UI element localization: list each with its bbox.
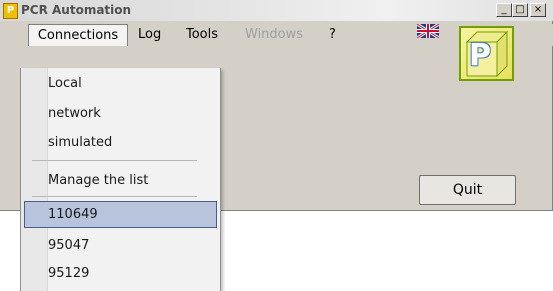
minimize-button[interactable]: _ [496, 3, 512, 17]
menu-log[interactable]: Log [138, 24, 161, 46]
menu-separator [32, 196, 197, 197]
window-title: PCR Automation [21, 3, 132, 17]
title-bar[interactable]: P PCR Automation _ □ × [0, 0, 553, 21]
menu-item-connection-95129[interactable]: 95129 [48, 266, 89, 281]
menu-item-connection-95047[interactable]: 95047 [48, 238, 89, 253]
logo-letter: P [469, 38, 491, 73]
menu-item-connection-110649[interactable]: 110649 [48, 207, 98, 222]
close-button[interactable]: × [530, 3, 546, 17]
menu-windows[interactable]: Windows [245, 24, 303, 46]
maximize-button[interactable]: □ [512, 3, 528, 17]
app-icon[interactable]: P [3, 3, 18, 19]
menu-item-simulated[interactable]: simulated [48, 135, 112, 150]
uk-flag-icon[interactable] [417, 24, 439, 38]
menu-item-manage-list[interactable]: Manage the list [48, 173, 148, 188]
menu-separator [32, 160, 197, 161]
menu-gutter [21, 68, 48, 291]
menu-connections[interactable]: Connections [28, 24, 128, 46]
menu-item-network[interactable]: network [48, 106, 101, 121]
pcr-logo: P [459, 26, 514, 81]
menu-item-local[interactable]: Local [48, 76, 82, 91]
menu-tools[interactable]: Tools [186, 24, 218, 46]
menu-help[interactable]: ? [329, 24, 336, 46]
quit-button[interactable]: Quit [419, 175, 516, 205]
